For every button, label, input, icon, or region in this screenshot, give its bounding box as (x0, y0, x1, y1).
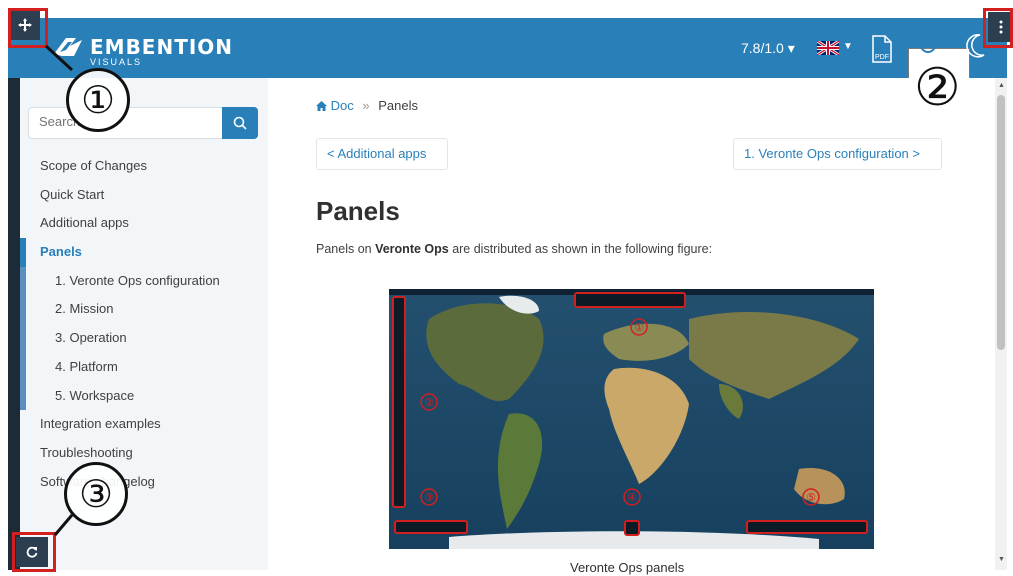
sidebar-nav: Scope of Changes Quick Start Additional … (20, 152, 268, 496)
sidebar-item-platform[interactable]: 4. Platform (20, 352, 268, 382)
world-map-image: ① ② ③ ④ ⑤ (389, 289, 874, 549)
pdf-label: PDF (875, 54, 889, 61)
logo-mark-icon (54, 38, 82, 56)
sidebar-item-workspace[interactable]: 5. Workspace (20, 381, 268, 411)
next-page-button[interactable]: 1. Veronte Ops configuration > (733, 138, 942, 170)
callout-1-circle: ① (66, 68, 130, 132)
search-input[interactable] (39, 114, 219, 129)
sidebar-item-troubleshooting[interactable]: Troubleshooting (20, 439, 268, 468)
sidebar-item-mission[interactable]: 2. Mission (20, 295, 268, 324)
version-selector[interactable]: 7.8/1.0 ▾ (741, 40, 795, 57)
search-icon[interactable] (918, 35, 942, 59)
callout-1-label: ① (80, 78, 116, 122)
figure-caption: Veronte Ops panels (570, 560, 685, 575)
home-icon (316, 101, 327, 111)
scrollbar[interactable]: ▲ ▼ (995, 78, 1007, 570)
figure-callout-1: ① (634, 321, 644, 334)
figure-callout-4: ④ (627, 491, 637, 504)
sidebar-edge (8, 78, 20, 570)
top-border (0, 0, 1013, 8)
refresh-button-highlight (12, 532, 56, 572)
breadcrumb: Doc » Panels (316, 98, 418, 113)
sidebar-item-quick-start[interactable]: Quick Start (20, 181, 268, 210)
sidebar-item-veronte-ops-configuration[interactable]: 1. Veronte Ops configuration (20, 266, 268, 296)
prev-page-button[interactable]: < Additional apps (316, 138, 448, 170)
intro-bold: Veronte Ops (375, 242, 449, 256)
logo-text: EMBENTION (90, 35, 234, 59)
menu-button-highlight (983, 8, 1013, 48)
figure-callout-5: ⑤ (806, 491, 816, 504)
sidebar-item-software-changelog[interactable]: Software changelog (20, 468, 268, 497)
sidebar-item-scope-of-changes[interactable]: Scope of Changes (20, 152, 268, 181)
breadcrumb-home-label: Doc (330, 98, 354, 113)
breadcrumb-home[interactable]: Doc (316, 98, 357, 113)
uk-flag-icon[interactable] (817, 41, 839, 55)
callout-2-label: ② (914, 58, 961, 118)
intro-text: Panels on Veronte Ops are distributed as… (316, 242, 712, 256)
search-box (28, 107, 258, 139)
sidebar-item-additional-apps[interactable]: Additional apps (20, 209, 268, 238)
sidebar-item-integration-examples[interactable]: Integration examples (20, 410, 268, 439)
intro-pre: Panels on (316, 242, 376, 256)
sidebar-item-panels[interactable]: Panels (20, 238, 268, 267)
pdf-icon[interactable]: PDF (871, 35, 893, 63)
figure-callout-3: ③ (424, 491, 434, 504)
callout-3-circle: ③ (64, 462, 128, 526)
sidebar-item-operation[interactable]: 3. Operation (20, 324, 268, 353)
scroll-thumb[interactable] (997, 95, 1005, 350)
scroll-up-icon[interactable]: ▲ (998, 82, 1005, 89)
panels-figure: ① ② ③ ④ ⑤ (389, 289, 874, 549)
logo[interactable]: EMBENTION (52, 30, 233, 64)
breadcrumb-current: Panels (378, 98, 418, 113)
figure-callout-2: ② (424, 396, 434, 409)
intro-post: are distributed as shown in the followin… (448, 242, 713, 256)
breadcrumb-separator: » (362, 98, 370, 113)
language-caret-icon[interactable]: ▼ (843, 41, 853, 52)
scroll-down-icon[interactable]: ▼ (998, 556, 1005, 563)
search-icon (233, 116, 247, 130)
logo-subtext: VISUALS (90, 57, 143, 67)
search-button[interactable] (222, 107, 258, 139)
callout-3-label: ③ (78, 472, 114, 516)
move-button-highlight (8, 8, 48, 48)
app-frame: EMBENTION VISUALS 7.8/1.0 ▾ ▼ PDF Scope … (0, 0, 1013, 576)
page-title: Panels (316, 196, 400, 226)
